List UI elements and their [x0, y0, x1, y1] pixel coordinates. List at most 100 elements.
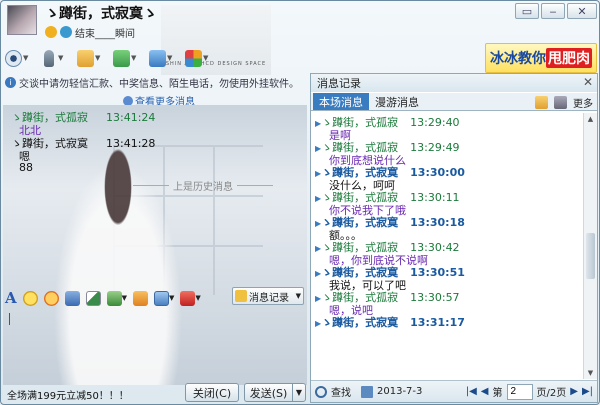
tab-session-messages[interactable]: 本场消息 [313, 93, 369, 110]
shake-icon [64, 290, 80, 306]
tab-roaming-messages[interactable]: 漫游消息 [369, 93, 425, 110]
monitor-icon [149, 49, 166, 67]
calendar-icon[interactable] [361, 385, 373, 398]
chat-time: 13:41:24 [106, 111, 156, 124]
magic-smiley-icon [43, 290, 59, 306]
ad-banner[interactable]: 冰冰教你 甩肥肉 [485, 43, 597, 73]
apps-grid-icon [185, 49, 202, 67]
chevron-down-icon: ▼ [295, 292, 301, 300]
history-sender: ゝ蹲街，式寂寞 [321, 316, 399, 329]
text-cursor [9, 313, 10, 325]
file-transfer-button[interactable]: ▼ [77, 47, 107, 69]
search-icon[interactable] [315, 385, 327, 398]
record-icon [235, 290, 247, 302]
chat-window: ゝ蹲街，式寂寞ゝ 结束____瞬间 SHIN AN RHCD DESIGN SP… [0, 0, 600, 405]
image-button[interactable]: ▼ [106, 289, 127, 307]
history-separator: 上是历史消息 [133, 178, 273, 193]
history-time: 13:30:00 [410, 166, 465, 179]
history-scrollbar[interactable]: ▲ ▼ [583, 113, 597, 379]
video-call-button[interactable]: ▼ [5, 47, 35, 69]
title-bar: ゝ蹲街，式寂寞ゝ 结束____瞬间 SHIN AN RHCD DESIGN SP… [1, 1, 599, 75]
apps-button[interactable]: ▼ [185, 47, 215, 69]
shake-button[interactable] [64, 289, 80, 307]
promo-link[interactable]: 全场满199元立减50！！！ [7, 387, 129, 402]
chat-message-text: 88 [19, 161, 33, 174]
history-time: 13:29:40 [410, 116, 460, 129]
notice-text: 交谈中请勿轻信汇款、中奖信息、陌生电话，勿使用外挂软件。 [19, 78, 299, 90]
date-label[interactable]: 2013-7-3 [377, 386, 422, 397]
scroll-down-icon[interactable]: ▼ [584, 367, 597, 379]
close-icon[interactable]: ✕ [583, 75, 593, 89]
send-button[interactable]: 发送(S) [244, 383, 292, 402]
music-icon [133, 290, 149, 306]
scroll-up-icon[interactable]: ▲ [584, 113, 597, 125]
security-notice: i 交谈中请勿轻信汇款、中奖信息、陌生电话，勿使用外挂软件。 [5, 74, 305, 90]
history-list[interactable]: ▶ゝ蹲街，式孤寂 13:29:40 是啊 ▶ゝ蹲街，式孤寂 13:29:49 你到底想说什… [311, 113, 583, 379]
avatar[interactable] [7, 5, 37, 35]
message-record-label: 消息记录 [249, 292, 289, 304]
last-page-button[interactable]: ▶| [582, 386, 593, 397]
font-button[interactable]: A [5, 289, 17, 307]
info-icon: i [5, 76, 16, 88]
picture-icon [106, 290, 122, 306]
page-number-input[interactable] [506, 383, 533, 400]
remote-assist-icon [113, 49, 130, 67]
page-prefix: 第 [492, 388, 503, 399]
separator-text: 上是历史消息 [173, 182, 233, 193]
input-toolbar: A ▼ ▼ ▼ [5, 287, 201, 309]
star-icon[interactable] [45, 26, 57, 38]
magic-emoji-button[interactable] [43, 289, 59, 307]
history-time: 13:30:18 [410, 216, 465, 229]
history-entry-header: ▶ゝ蹲街，式寂寞 13:31:17 [315, 314, 465, 330]
gift-button[interactable]: ▼ [180, 289, 201, 307]
history-title: 消息记录 [317, 77, 361, 90]
close-window-button[interactable]: ✕ [567, 3, 597, 19]
speaker-icon[interactable] [554, 96, 567, 109]
ad-text-1: 冰冰教你 [490, 51, 546, 67]
history-time: 13:29:49 [410, 141, 460, 154]
status-text: 结束____瞬间 [75, 28, 135, 40]
scroll-thumb[interactable] [586, 233, 595, 279]
doodle-button[interactable] [85, 289, 101, 307]
chat-time: 13:41:28 [106, 137, 156, 150]
first-page-button[interactable]: |◀ [466, 386, 477, 397]
more-link[interactable]: 更多 [573, 95, 593, 110]
window-controls: ▭ ‒ ✕ [515, 3, 597, 19]
history-time: 13:31:17 [410, 316, 465, 329]
status-icon[interactable] [60, 26, 72, 38]
screenshot-icon [154, 290, 170, 306]
chat-message-header: ゝ蹲街，式寂寞 13:41:28 [11, 135, 155, 151]
history-tools: 更多 [535, 95, 593, 110]
minimize-button[interactable]: ‒ [541, 3, 565, 19]
send-options-button[interactable]: ▼ [292, 383, 306, 402]
screen-share-button[interactable]: ▼ [149, 47, 179, 69]
webcam-icon [5, 49, 22, 67]
history-time: 13:30:11 [410, 191, 460, 204]
history-time: 13:30:51 [410, 266, 465, 279]
voice-call-button[interactable]: ▼ [41, 47, 71, 69]
message-input[interactable] [3, 309, 307, 379]
screenshot-button[interactable]: ▼ [154, 289, 174, 307]
message-history-panel: 消息记录 ✕ 本场消息 漫游消息 更多 ▶ゝ蹲街，式孤寂 13:29:40 是啊 ▶ゝ… [310, 73, 598, 403]
history-time: 13:30:57 [410, 291, 460, 304]
arrow-up-icon [123, 95, 133, 106]
remote-button[interactable]: ▼ [113, 47, 143, 69]
prev-page-button[interactable]: ◀ [481, 386, 489, 397]
contact-name: ゝ蹲街，式寂寞ゝ [45, 6, 157, 22]
emoji-button[interactable] [22, 289, 38, 307]
ad-text-2: 甩肥肉 [546, 48, 592, 68]
microphone-icon [44, 49, 54, 67]
history-title-bar: 消息记录 ✕ [311, 74, 597, 92]
search-label[interactable]: 查找 [331, 384, 351, 399]
close-button[interactable]: 关闭(C) [185, 383, 239, 402]
music-button[interactable] [133, 289, 149, 307]
folder-icon [77, 49, 94, 67]
page-total: 页/2页 [536, 388, 567, 399]
smiley-icon [22, 290, 38, 306]
main-toolbar: ▼ ▼ ▼ ▼ ▼ ▼ [5, 45, 215, 71]
doodle-icon [85, 290, 101, 306]
message-record-button[interactable]: 消息记录 ▼ [232, 287, 304, 305]
restore-button[interactable]: ▭ [515, 3, 539, 19]
export-icon[interactable] [535, 96, 548, 109]
next-page-button[interactable]: ▶ [570, 386, 578, 397]
